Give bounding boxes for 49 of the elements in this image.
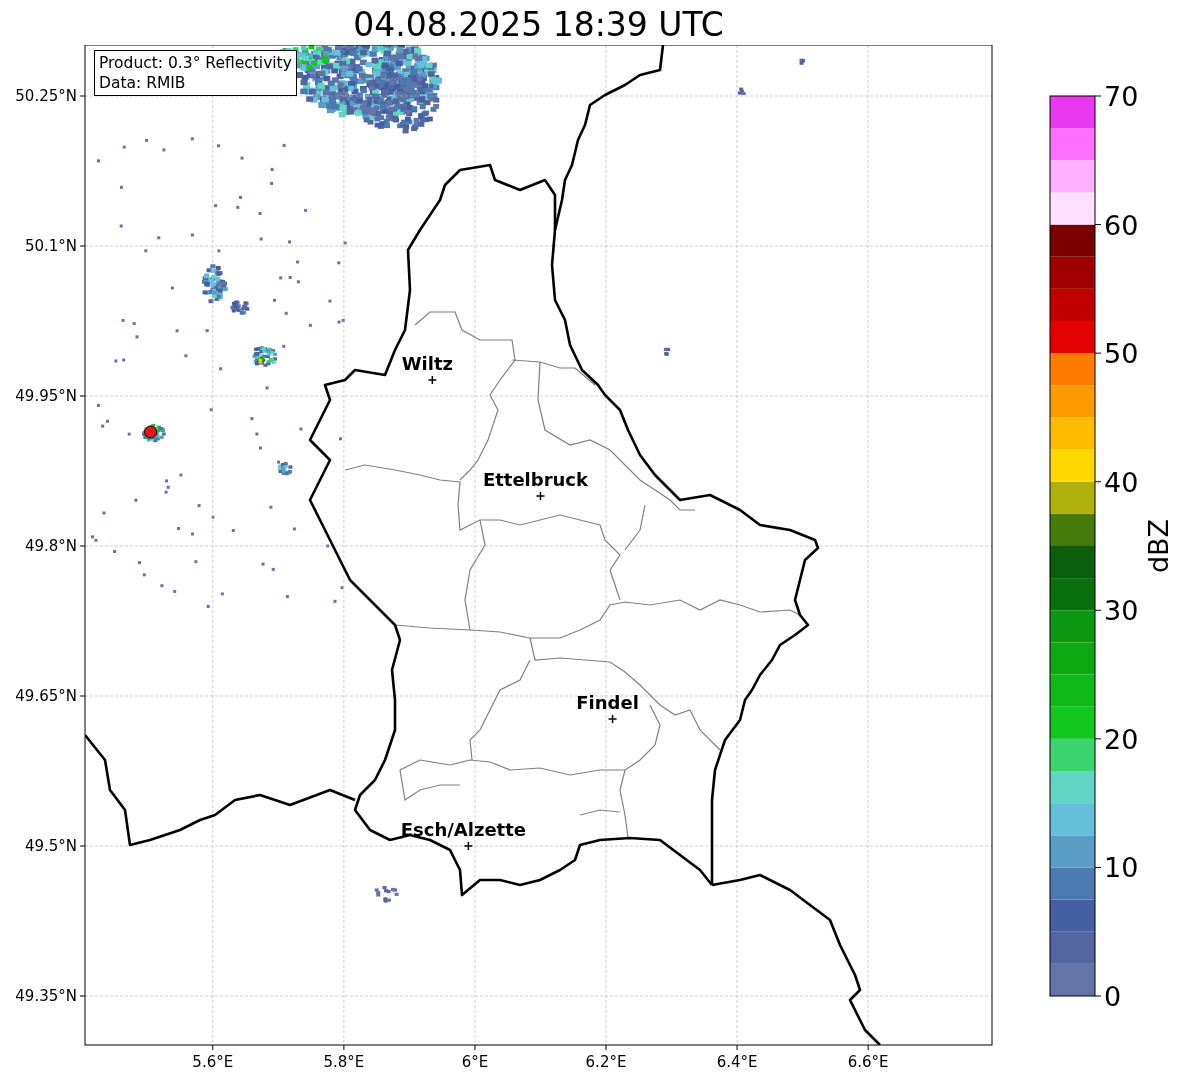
colorbar-tick-label: 40	[1104, 466, 1139, 498]
chart-title: 04.08.2025 18:39 UTC	[352, 4, 725, 45]
colorbar-label: dBZ	[1143, 518, 1174, 574]
axis-tick-label: 49.5°N	[24, 837, 77, 855]
colorbar-segment	[1050, 867, 1095, 900]
colorbar-segment	[1050, 546, 1095, 579]
axis-tick-label: 6.2°E	[585, 1053, 627, 1071]
colorbar-segment	[1050, 803, 1095, 836]
city-label: Ettelbruck	[482, 469, 588, 490]
axis-tick-label: 49.35°N	[15, 987, 77, 1005]
city-marker-icon	[535, 491, 546, 501]
colorbar-segment	[1050, 128, 1095, 161]
city-marker-icon	[607, 714, 618, 724]
city-marker-icon	[427, 375, 438, 385]
colorbar-segment	[1050, 321, 1095, 354]
colorbar-segment	[1050, 610, 1095, 643]
colorbar-segment	[1050, 192, 1095, 225]
colorbar-segment	[1050, 385, 1095, 418]
axis-tick-label: 6°E	[461, 1053, 489, 1071]
colorbar-segment	[1050, 642, 1095, 675]
city-label: Esch/Alzette	[400, 819, 526, 840]
axis-tick-label: 50.25°N	[15, 87, 77, 105]
colorbar-tick-label: 70	[1104, 81, 1139, 112]
city-label: Wiltz	[401, 353, 453, 374]
colorbar-segment	[1050, 578, 1095, 611]
city-marker-icon	[463, 841, 474, 851]
axis-tick-label: 6.4°E	[716, 1053, 758, 1071]
colorbar-tick-label: 60	[1104, 209, 1139, 241]
colorbar-tick-label: 20	[1104, 723, 1139, 755]
legend-text: Data: RMIB	[99, 73, 187, 93]
colorbar-segment	[1050, 417, 1095, 450]
axis-tick-label: 5.8°E	[323, 1053, 365, 1071]
axis-tick-label: 5.6°E	[192, 1053, 234, 1071]
colorbar-tick-label: 10	[1104, 852, 1139, 884]
axis-tick-label: 6.6°E	[847, 1053, 889, 1071]
colorbar-segment	[1050, 353, 1095, 386]
colorbar-segment	[1050, 771, 1095, 804]
colorbar-tick-label: 30	[1104, 595, 1139, 627]
axis-tick-label: 49.95°N	[15, 387, 77, 405]
radar-site-marker	[144, 425, 158, 439]
colorbar-segment	[1050, 835, 1095, 868]
axis-tick-label: 49.8°N	[24, 537, 77, 555]
axis-tick-label: 49.65°N	[15, 687, 77, 705]
colorbar-tick-label: 0	[1104, 981, 1122, 1012]
city-label: Findel	[576, 692, 639, 713]
colorbar-tick-label: 50	[1104, 338, 1139, 370]
axis-tick-label: 50.1°N	[24, 237, 77, 255]
colorbar-segment	[1050, 160, 1095, 193]
legend-text: Product: 0.3° Reflectivity	[99, 53, 292, 73]
